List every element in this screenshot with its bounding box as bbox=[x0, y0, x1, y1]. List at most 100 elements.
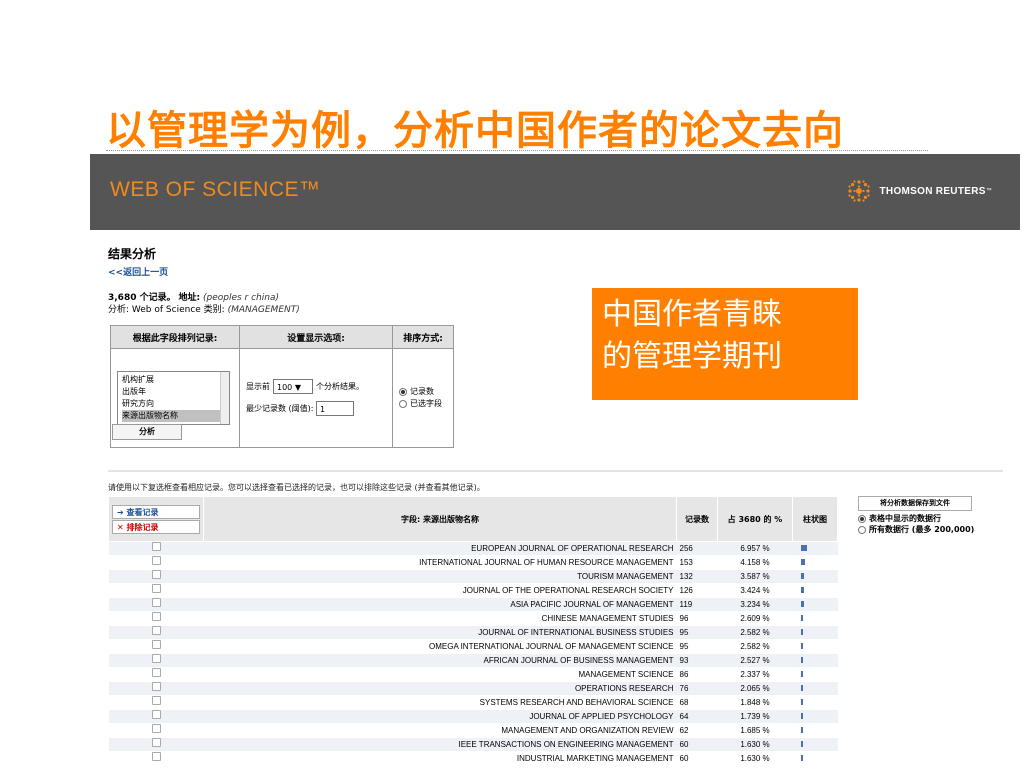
percent-header: 占 3680 的 % bbox=[717, 496, 793, 542]
percent-value: 1.630 % bbox=[717, 737, 793, 752]
percent-value: 1.685 % bbox=[717, 723, 793, 738]
count-header: 记录数 bbox=[676, 496, 718, 542]
display-options-header: 设置显示选项: bbox=[239, 325, 393, 349]
record-count: 62 bbox=[676, 723, 718, 738]
percent-bar bbox=[800, 615, 803, 622]
save-panel: 将分析数据保存到文件 表格中显示的数据行 所有数据行 (最多 200,000) bbox=[858, 496, 974, 535]
percent-value: 2.337 % bbox=[717, 667, 793, 682]
records-count: 3,680 个记录。 bbox=[108, 293, 176, 303]
table-row: INTERNATIONAL JOURNAL OF HUMAN RESOURCE … bbox=[108, 555, 838, 570]
percent-bar bbox=[800, 643, 803, 650]
percent-bar bbox=[800, 573, 804, 580]
percent-bar bbox=[800, 601, 804, 608]
record-count: 86 bbox=[676, 667, 718, 682]
row-checkbox[interactable] bbox=[151, 598, 161, 607]
row-checkbox[interactable] bbox=[151, 542, 161, 551]
percent-bar bbox=[800, 671, 803, 678]
source-title: OPERATIONS RESEARCH bbox=[203, 681, 677, 696]
percent-bar bbox=[800, 657, 803, 664]
sort-count-radio[interactable] bbox=[399, 387, 407, 396]
thomson-reuters-emblem-icon bbox=[847, 180, 870, 202]
list-item[interactable]: 研究方向 bbox=[122, 398, 225, 410]
percent-value: 6.957 % bbox=[717, 541, 793, 556]
sort-field-radio[interactable] bbox=[399, 399, 407, 408]
save-displayed-radio[interactable] bbox=[858, 514, 866, 523]
percent-value: 2.582 % bbox=[717, 639, 793, 654]
wos-logo[interactable]: WEB OF SCIENCE™ bbox=[110, 178, 321, 202]
save-to-file-button[interactable]: 将分析数据保存到文件 bbox=[858, 496, 972, 511]
row-checkbox[interactable] bbox=[151, 654, 161, 663]
percent-value: 2.065 % bbox=[717, 681, 793, 696]
record-count: 95 bbox=[676, 625, 718, 640]
bar-chart-header: 柱状图 bbox=[792, 496, 838, 542]
table-row: INDUSTRIAL MARKETING MANAGEMENT 60 1.630 % bbox=[108, 751, 838, 766]
row-checkbox[interactable] bbox=[151, 724, 161, 733]
record-count: 153 bbox=[676, 555, 718, 570]
row-checkbox[interactable] bbox=[151, 738, 161, 747]
list-item-selected[interactable]: 来源出版物名称 bbox=[122, 410, 225, 422]
source-title: INDUSTRIAL MARKETING MANAGEMENT bbox=[203, 751, 677, 766]
save-displayed-label: 表格中显示的数据行 bbox=[869, 514, 941, 523]
min-records-label: 最少记录数 (阈值): bbox=[246, 404, 314, 413]
save-all-label: 所有数据行 (最多 200,000) bbox=[869, 525, 975, 534]
page-title: 结果分析 bbox=[108, 247, 157, 261]
percent-value: 2.582 % bbox=[717, 625, 793, 640]
min-records-input[interactable]: 1 bbox=[316, 401, 355, 416]
list-item[interactable]: 机构扩展 bbox=[122, 374, 225, 386]
section-divider bbox=[108, 470, 1003, 472]
percent-value: 1.848 % bbox=[717, 695, 793, 710]
percent-value: 3.234 % bbox=[717, 597, 793, 612]
view-records-button[interactable]: ➔ 查看记录 bbox=[112, 504, 200, 519]
rank-field-header: 根据此字段排列记录: bbox=[110, 325, 240, 349]
listbox-scrollbar[interactable] bbox=[220, 372, 229, 424]
row-checkbox[interactable] bbox=[151, 570, 161, 579]
percent-value: 1.630 % bbox=[717, 751, 793, 766]
analyze-button[interactable]: 分析 bbox=[112, 424, 182, 440]
row-checkbox[interactable] bbox=[151, 556, 161, 565]
percent-value: 3.424 % bbox=[717, 583, 793, 598]
row-checkbox[interactable] bbox=[151, 640, 161, 649]
row-checkbox[interactable] bbox=[151, 696, 161, 705]
list-item[interactable]: 出版年 bbox=[122, 386, 225, 398]
table-row: OMEGA INTERNATIONAL JOURNAL OF MANAGEMEN… bbox=[108, 639, 838, 654]
exclude-records-button[interactable]: ✕ 排除记录 bbox=[112, 519, 200, 534]
thomson-reuters-logo: THOMSON REUTERS ™ bbox=[846, 178, 992, 204]
row-checkbox[interactable] bbox=[151, 710, 161, 719]
brand-trademark: ™ bbox=[985, 188, 992, 194]
address-value: (peoples r china) bbox=[202, 293, 279, 303]
row-checkbox[interactable] bbox=[151, 612, 161, 621]
percent-bar bbox=[800, 629, 803, 636]
row-checkbox[interactable] bbox=[151, 626, 161, 635]
show-suffix-label: 个分析结果。 bbox=[316, 382, 364, 391]
record-count: 95 bbox=[676, 639, 718, 654]
results-table: ➔ 查看记录 ✕ 排除记录 字段: 来源出版物名称 记录数 占 3680 的 %… bbox=[108, 496, 838, 766]
row-checkbox[interactable] bbox=[151, 682, 161, 691]
save-all-radio[interactable] bbox=[858, 525, 866, 534]
analysis-value: (MANAGEMENT) bbox=[227, 305, 300, 315]
record-count: 60 bbox=[676, 737, 718, 752]
record-count: 68 bbox=[676, 695, 718, 710]
field-listbox[interactable]: 机构扩展 出版年 研究方向 来源出版物名称 bbox=[117, 371, 230, 425]
table-row: CHINESE MANAGEMENT STUDIES 96 2.609 % bbox=[108, 611, 838, 626]
record-count: 256 bbox=[676, 541, 718, 556]
source-title: SYSTEMS RESEARCH AND BEHAVIORAL SCIENCE bbox=[203, 695, 677, 710]
back-link[interactable]: <<返回上一页 bbox=[108, 265, 168, 278]
analysis-label: 分析: Web of Science 类别: bbox=[108, 305, 225, 315]
row-checkbox[interactable] bbox=[151, 668, 161, 677]
table-row: MANAGEMENT SCIENCE 86 2.337 % bbox=[108, 667, 838, 682]
field-header: 字段: 来源出版物名称 bbox=[203, 496, 677, 542]
table-row: IEEE TRANSACTIONS ON ENGINEERING MANAGEM… bbox=[108, 737, 838, 752]
record-count: 76 bbox=[676, 681, 718, 696]
table-row: AFRICAN JOURNAL OF BUSINESS MANAGEMENT 93… bbox=[108, 653, 838, 668]
show-count-select[interactable]: 100 ▼ bbox=[273, 379, 313, 394]
source-title: JOURNAL OF INTERNATIONAL BUSINESS STUDIE… bbox=[203, 625, 677, 640]
table-row: JOURNAL OF INTERNATIONAL BUSINESS STUDIE… bbox=[108, 625, 838, 640]
percent-value: 2.609 % bbox=[717, 611, 793, 626]
table-row: OPERATIONS RESEARCH 76 2.065 % bbox=[108, 681, 838, 696]
percent-value: 3.587 % bbox=[717, 569, 793, 584]
source-title: MANAGEMENT AND ORGANIZATION REVIEW bbox=[203, 723, 677, 738]
sort-by-header: 排序方式: bbox=[392, 325, 454, 349]
wos-header: WEB OF SCIENCE™ THOMSON REUTERS ™ bbox=[90, 154, 1020, 230]
row-checkbox[interactable] bbox=[151, 752, 161, 761]
row-checkbox[interactable] bbox=[151, 584, 161, 593]
